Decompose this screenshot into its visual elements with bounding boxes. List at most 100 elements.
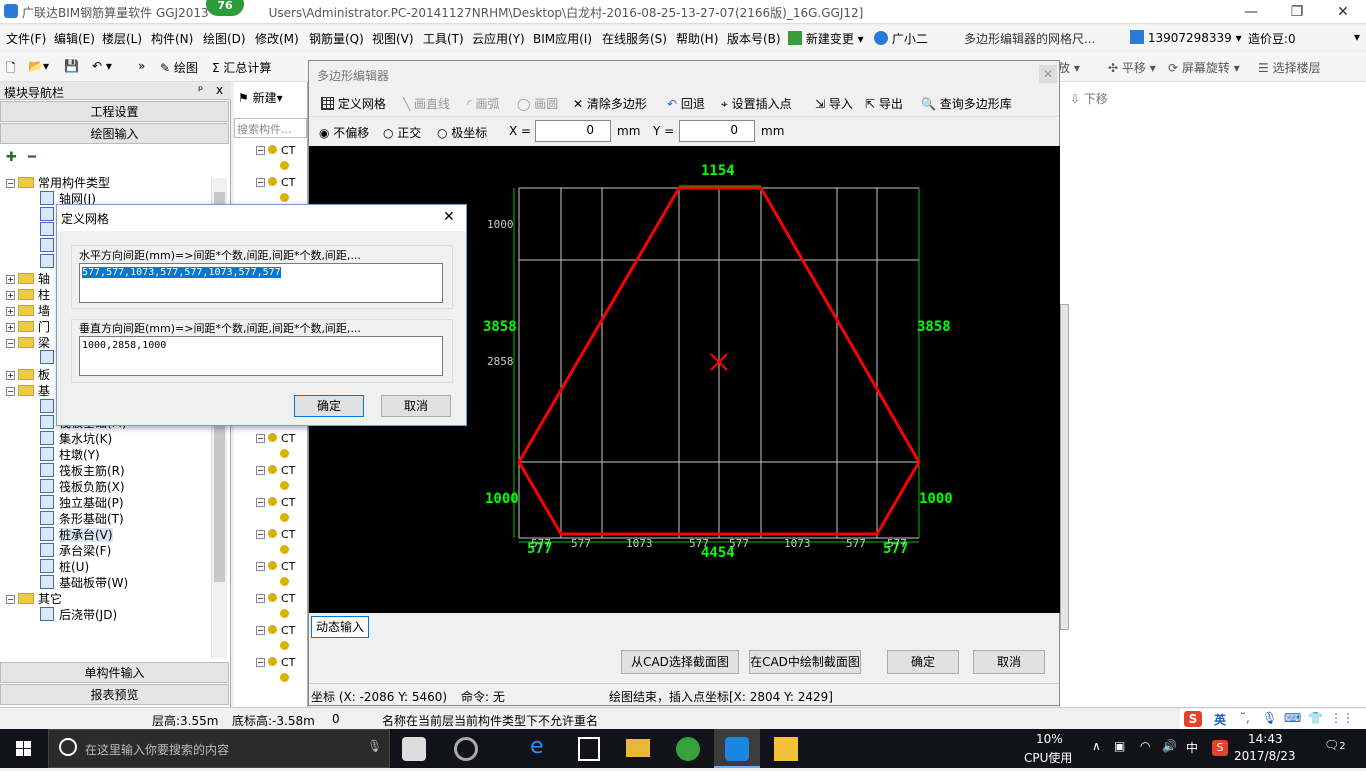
list-item[interactable]: − CT: [256, 560, 295, 573]
query-polygon-lib-button[interactable]: 🔍 查询多边形库: [921, 95, 1012, 112]
list-item[interactable]: − CT: [256, 464, 295, 477]
list-item[interactable]: − CT: [256, 432, 295, 445]
cost-beans[interactable]: 造价豆:0: [1248, 30, 1296, 47]
list-item[interactable]: [280, 576, 293, 589]
more-icon[interactable]: »: [138, 59, 145, 73]
draw-input-button[interactable]: 绘图输入: [0, 123, 229, 144]
tree-item[interactable]: 筏板主筋(R): [40, 462, 125, 479]
voice-icon[interactable]: 🎙: [1262, 711, 1277, 725]
menu-file[interactable]: 文件(F): [6, 30, 46, 47]
list-item[interactable]: [280, 640, 293, 653]
menu-guangxiaoer[interactable]: 广小二: [874, 30, 928, 47]
menu-help[interactable]: 帮助(H): [676, 30, 718, 47]
draw-circle-button[interactable]: ◯ 画圆: [517, 95, 558, 112]
clock-time[interactable]: 14:43: [1248, 732, 1283, 746]
menu-tools[interactable]: 工具(T): [423, 30, 464, 47]
save-icon[interactable]: 💾: [64, 59, 79, 73]
select-floor-button[interactable]: ☰ 选择楼层: [1258, 59, 1321, 76]
open-file-icon[interactable]: 📂▾: [28, 59, 49, 73]
tree-item[interactable]: 桩(U): [40, 558, 89, 575]
tree-item[interactable]: 集水坑(K): [40, 430, 112, 447]
tray-expand-icon[interactable]: ∧: [1092, 739, 1101, 753]
list-toggle-icon[interactable]: −: [256, 178, 265, 187]
start-button[interactable]: [0, 729, 48, 768]
polar-radio[interactable]: ○ 极坐标: [437, 124, 487, 141]
list-item[interactable]: − CT: [256, 176, 295, 189]
editor-ok-button[interactable]: 确定: [887, 650, 959, 674]
h-spacing-input[interactable]: 577,577,1073,577,577,1073,577,577: [79, 263, 443, 303]
tree-folder[interactable]: + 门: [6, 318, 50, 335]
sogou-tray-icon[interactable]: S: [1212, 740, 1228, 756]
draw-button[interactable]: ✎ 绘图: [160, 59, 198, 76]
tree-toggle-icon[interactable]: −: [6, 179, 15, 188]
menu-draw[interactable]: 绘图(D): [203, 30, 246, 47]
glodon-cloud-icon[interactable]: [676, 737, 700, 761]
notes-app-icon[interactable]: [774, 737, 798, 761]
list-item[interactable]: [280, 160, 293, 173]
list-item[interactable]: − CT: [256, 592, 295, 605]
list-item[interactable]: − CT: [256, 656, 295, 669]
expand-all-icon[interactable]: ✚: [6, 150, 17, 165]
project-settings-button[interactable]: 工程设置: [0, 101, 229, 122]
volume-icon[interactable]: 🔊: [1162, 739, 1177, 753]
list-item[interactable]: − CT: [256, 496, 295, 509]
close-button[interactable]: ✕: [1320, 0, 1366, 24]
list-item[interactable]: − CT: [256, 528, 295, 541]
define-grid-button[interactable]: 定义网格: [321, 95, 386, 112]
list-item[interactable]: − CT: [256, 624, 295, 637]
tree-toggle-icon[interactable]: +: [6, 275, 15, 284]
menu-overflow-icon[interactable]: ▾: [1354, 30, 1360, 44]
orthogonal-radio[interactable]: ○ 正交: [383, 124, 421, 141]
dialog-close-button[interactable]: ✕: [443, 209, 455, 225]
taskbar-search-box[interactable]: 在这里输入你要搜索的内容 🎙: [48, 729, 390, 768]
keyboard-icon[interactable]: ⌨: [1284, 711, 1301, 725]
v-spacing-input[interactable]: 1000,2858,1000: [79, 336, 443, 376]
list-item[interactable]: − CT: [256, 144, 295, 157]
store-icon[interactable]: [578, 737, 600, 761]
rotate-button[interactable]: ⟳ 屏幕旋转 ▾: [1168, 59, 1240, 76]
report-preview-button[interactable]: 报表预览: [0, 684, 229, 705]
tree-folder[interactable]: − 基: [6, 382, 50, 399]
dialog-cancel-button[interactable]: 取消: [381, 395, 451, 417]
dialog-ok-button[interactable]: 确定: [294, 395, 364, 417]
list-toggle-icon[interactable]: −: [256, 658, 265, 667]
menu-component[interactable]: 构件(N): [151, 30, 193, 47]
tree-folder[interactable]: − 常用构件类型: [6, 174, 110, 191]
score-badge[interactable]: 76: [206, 0, 244, 16]
x-coord-input[interactable]: 0: [535, 120, 611, 142]
clock-date[interactable]: 2017/8/23: [1234, 749, 1296, 763]
tree-item[interactable]: 承台梁(F): [40, 542, 111, 559]
minimize-button[interactable]: —: [1228, 0, 1274, 24]
list-toggle-icon[interactable]: −: [256, 498, 265, 507]
user-account[interactable]: 13907298339 ▾: [1130, 30, 1242, 45]
menu-version[interactable]: 版本号(B): [727, 30, 781, 47]
drawing-area[interactable]: ⇩ 下移: [1060, 82, 1366, 707]
ime-tools-icon[interactable]: ⋮⋮: [1330, 711, 1354, 725]
skin-icon[interactable]: 👕: [1308, 711, 1323, 725]
list-toggle-icon[interactable]: −: [256, 562, 265, 571]
sum-button[interactable]: Σ 汇总计算: [212, 59, 271, 76]
move-down-button[interactable]: ⇩ 下移: [1070, 90, 1108, 107]
help-tip[interactable]: 多边形编辑器的网格尺...: [964, 30, 1095, 47]
tree-toggle-icon[interactable]: +: [6, 307, 15, 316]
single-component-button[interactable]: 单构件输入: [0, 662, 229, 683]
tree-folder[interactable]: − 其它: [6, 590, 62, 607]
punctuation-icon[interactable]: ˘,: [1240, 711, 1250, 725]
sogou-icon[interactable]: S: [1184, 711, 1202, 727]
menu-view[interactable]: 视图(V): [372, 30, 414, 47]
menu-rebar[interactable]: 钢筋量(Q): [309, 30, 364, 47]
pan-button[interactable]: ✣ 平移 ▾: [1108, 59, 1156, 76]
new-component-button[interactable]: ⚑ 新建▾: [238, 89, 283, 106]
tree-item[interactable]: 后浇带(JD): [40, 606, 117, 623]
draw-line-button[interactable]: ╲ 画直线: [403, 95, 450, 112]
taskbar-app-2-icon[interactable]: [454, 737, 478, 761]
menu-edit[interactable]: 编辑(E): [54, 30, 95, 47]
notification-center-icon[interactable]: 🗨2: [1324, 738, 1346, 752]
editor-close-button[interactable]: ✕: [1039, 65, 1057, 83]
input-lang-indicator[interactable]: 中: [1186, 739, 1198, 756]
tree-toggle-icon[interactable]: −: [6, 339, 15, 348]
tree-toggle-icon[interactable]: +: [6, 371, 15, 380]
set-insert-point-button[interactable]: ⌖ 设置插入点: [721, 95, 792, 112]
edge-icon[interactable]: e: [530, 734, 544, 759]
component-search-input[interactable]: 搜索构件...: [234, 118, 307, 138]
